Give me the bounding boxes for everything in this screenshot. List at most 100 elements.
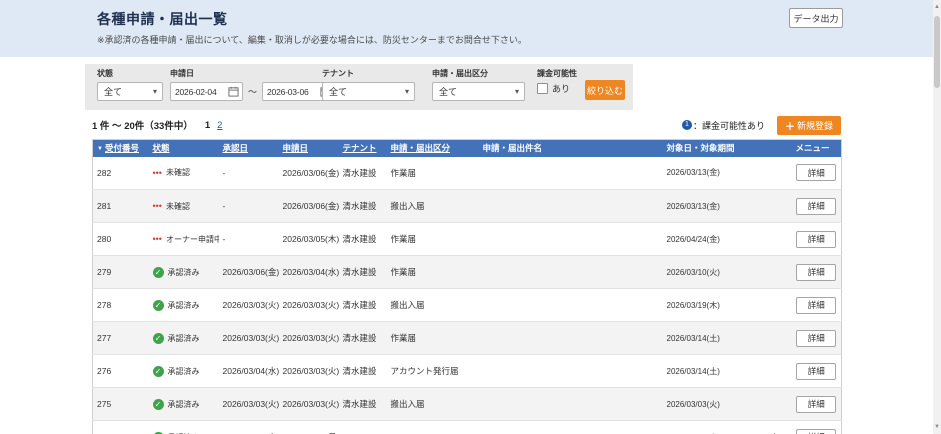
status-approved-icon: ✓ (153, 366, 164, 377)
detail-button[interactable]: 詳細 (796, 231, 836, 248)
scroll-up-arrow[interactable]: ▲ (933, 2, 941, 12)
scrollbar-thumb[interactable] (934, 16, 940, 88)
cell-application-date: 2026/03/06(金) (279, 190, 339, 223)
scrollbar[interactable]: ▲ ▼ (933, 0, 941, 434)
table-row: 274✓承認済み2026/03/03(火)2026/03/02(月)2026/0… (93, 421, 842, 434)
cell-menu: 詳細 (792, 289, 842, 322)
detail-button[interactable]: 詳細 (796, 363, 836, 380)
cell-approval-date: 2026/03/03(火) (219, 421, 279, 434)
cell-period: 2026/03/13(金) (663, 157, 792, 190)
column-header-menu: メニュー (792, 140, 842, 157)
cell-tenant: 清水建設 (339, 223, 387, 256)
cell-status: ✓ 承認済み (149, 256, 219, 289)
category-filter-select[interactable]: 全て ▾ (432, 82, 525, 101)
detail-button[interactable]: 詳細 (796, 297, 836, 314)
status-label: 未確認 (166, 202, 190, 211)
cell-menu: 詳細 (792, 223, 842, 256)
cell-category: 作業届 (387, 223, 479, 256)
cell-subject (479, 223, 663, 256)
date-to-value: 2026-03-06 (267, 87, 320, 97)
date-from-input[interactable]: 2026-02-04 (170, 82, 243, 101)
status-filter-value: 全て (104, 85, 149, 98)
applications-table-wrap: ▼受付番号状態承認日申請日テナント申請・届出区分申請・届出件名対象日・対象期間メ… (92, 139, 841, 434)
billable-indicator-icon: 1 (682, 120, 692, 130)
table-header-row: ▼受付番号状態承認日申請日テナント申請・届出区分申請・届出件名対象日・対象期間メ… (93, 140, 842, 157)
detail-button[interactable]: 詳細 (796, 330, 836, 347)
data-export-button[interactable]: データ出力 (789, 8, 843, 28)
scroll-down-arrow[interactable]: ▼ (933, 422, 941, 432)
detail-button[interactable]: 詳細 (796, 429, 836, 434)
status-label: オーナー申請中 (166, 235, 219, 244)
table-row: 277✓承認済み2026/03/03(火)2026/03/03(火)清水建設作業… (93, 322, 842, 355)
cell-tenant: 清水建設 (339, 322, 387, 355)
cell-application-date: 2026/03/05(木) (279, 223, 339, 256)
status-filter-select[interactable]: 全て ▾ (97, 82, 163, 101)
status-pending-icon: ••• (153, 234, 162, 244)
detail-button[interactable]: 詳細 (796, 164, 836, 181)
column-header-status[interactable]: 状態 (149, 140, 219, 157)
status-filter-group: 状態 全て ▾ (97, 68, 163, 101)
cell-category: 搬出入届 (387, 388, 479, 421)
column-header-approval-date[interactable]: 承認日 (219, 140, 279, 157)
column-header-label: 申請・届出件名 (483, 143, 543, 153)
chevron-down-icon: ▾ (153, 87, 157, 96)
cell-application-date: 2026/03/03(火) (279, 388, 339, 421)
cell-application-date: 2026/03/03(火) (279, 289, 339, 322)
column-header-tenant[interactable]: テナント (339, 140, 387, 157)
cell-application-date: 2026/03/04(水) (279, 256, 339, 289)
cell-tenant: 清水建設 (339, 256, 387, 289)
category-filter-value: 全て (439, 85, 511, 98)
cell-period: 2026/03/03(火) (663, 388, 792, 421)
status-label: 承認済み (168, 367, 200, 376)
status-approved-icon: ✓ (153, 267, 164, 278)
page-number-2[interactable]: 2 (217, 120, 222, 131)
cell-subject (479, 190, 663, 223)
column-header-receipt-number[interactable]: ▼受付番号 (93, 140, 149, 157)
cell-subject (479, 355, 663, 388)
tenant-filter-group: テナント 全て ▾ (322, 68, 415, 101)
page-header: 各種申請・届出一覧 ※承認済の各種申請・届出について、編集・取消しが必要な場合に… (0, 0, 933, 57)
page-number-1[interactable]: 1 (205, 120, 210, 131)
cell-application-date: 2026/03/02(月) (279, 421, 339, 434)
cell-menu: 詳細 (792, 388, 842, 421)
billable-legend-text: ：課金可能性あり (693, 119, 765, 132)
filter-submit-button[interactable]: 絞り込む (585, 80, 625, 100)
column-header-application-date[interactable]: 申請日 (279, 140, 339, 157)
cell-receipt-number: 279 (93, 256, 149, 289)
new-registration-button[interactable]: ＋新規登録 (777, 116, 841, 135)
table-row: 275✓承認済み2026/03/03(火)2026/03/03(火)清水建設搬出… (93, 388, 842, 421)
application-date-filter-group: 申請日 2026-02-04 ～ 2026-03-06 (170, 68, 335, 101)
detail-button[interactable]: 詳細 (796, 396, 836, 413)
category-filter-label: 申請・届出区分 (432, 68, 525, 79)
category-filter-group: 申請・届出区分 全て ▾ (432, 68, 525, 101)
cell-menu: 詳細 (792, 190, 842, 223)
billable-checkbox[interactable] (537, 83, 548, 94)
cell-receipt-number: 282 (93, 157, 149, 190)
status-approved-icon: ✓ (153, 333, 164, 344)
status-label: 承認済み (168, 400, 200, 409)
tenant-filter-select[interactable]: 全て ▾ (322, 82, 415, 101)
cell-subject (479, 289, 663, 322)
status-approved-icon: ✓ (153, 399, 164, 410)
cell-category: 作業届 (387, 322, 479, 355)
cell-approval-date: 2026/03/06(金) (219, 256, 279, 289)
chevron-down-icon: ▾ (515, 87, 519, 96)
column-header-label: メニュー (796, 143, 830, 153)
billable-legend: 1 ：課金可能性あり (682, 119, 765, 132)
column-header-label: 申請日 (283, 143, 309, 153)
status-label: 承認済み (168, 268, 200, 277)
status-approved-icon: ✓ (153, 300, 164, 311)
column-header-label: 受付番号 (105, 143, 139, 153)
column-header-label: 申請・届出区分 (391, 143, 451, 153)
column-header-category[interactable]: 申請・届出区分 (387, 140, 479, 157)
cell-receipt-number: 274 (93, 421, 149, 434)
cell-menu: 詳細 (792, 157, 842, 190)
sort-desc-icon: ▼ (97, 146, 103, 152)
detail-button[interactable]: 詳細 (796, 198, 836, 215)
table-body: 282•••未確認-2026/03/06(金)清水建設作業届2026/03/13… (93, 157, 842, 434)
cell-approval-date: 2026/03/04(水) (219, 355, 279, 388)
cell-status: ✓ 承認済み (149, 355, 219, 388)
status-filter-label: 状態 (97, 68, 163, 79)
table-row: 279✓承認済み2026/03/06(金)2026/03/04(水)清水建設作業… (93, 256, 842, 289)
detail-button[interactable]: 詳細 (796, 264, 836, 281)
